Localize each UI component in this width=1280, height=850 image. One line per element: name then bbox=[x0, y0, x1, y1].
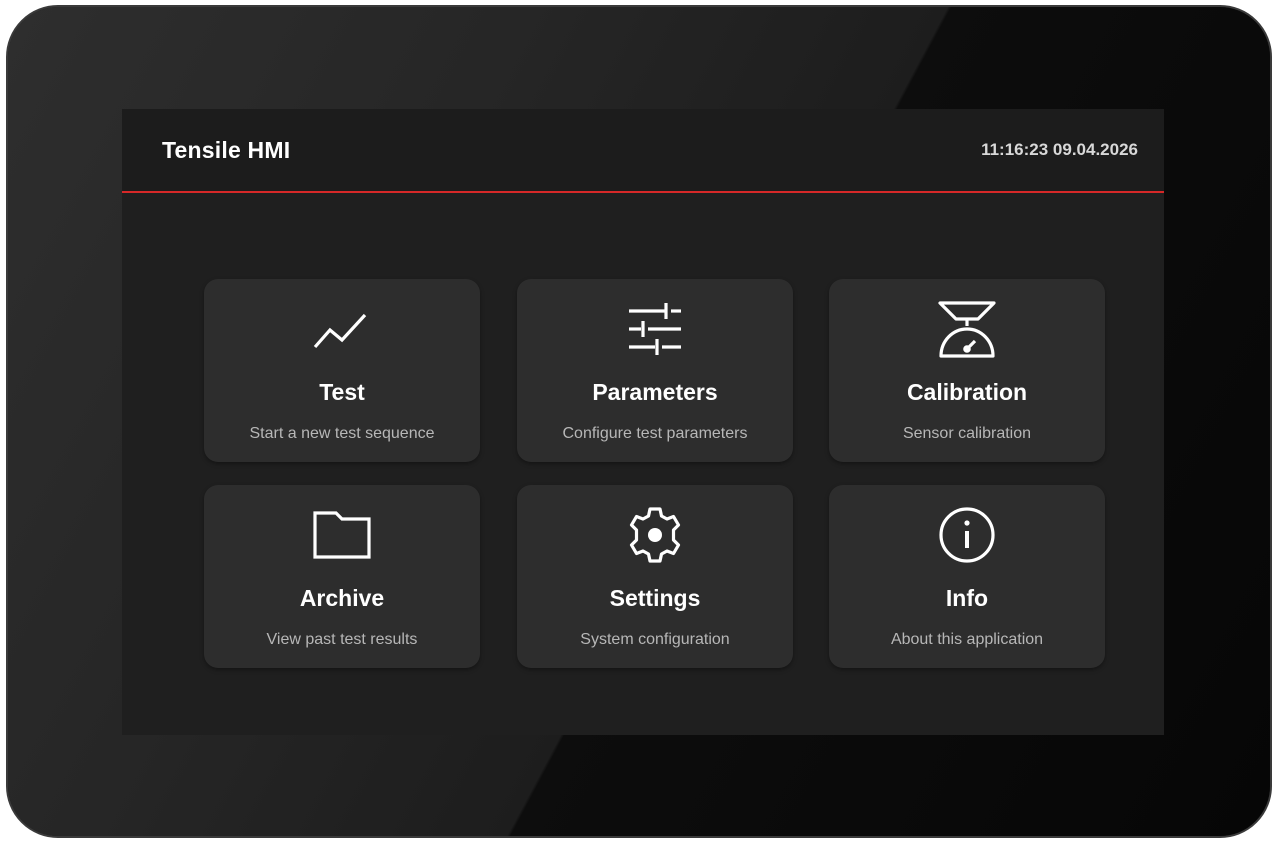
tile-subtitle: Configure test parameters bbox=[562, 425, 748, 442]
tile-settings[interactable]: Settings System configuration bbox=[517, 485, 793, 668]
tile-subtitle: Start a new test sequence bbox=[249, 425, 435, 442]
tile-info[interactable]: Info About this application bbox=[829, 485, 1105, 668]
header-bar: Tensile HMI 11:16:23 09.04.2026 bbox=[122, 109, 1164, 193]
tile-title: Test bbox=[319, 379, 365, 405]
app-title: Tensile HMI bbox=[162, 137, 291, 163]
datetime-display: 11:16:23 09.04.2026 bbox=[981, 140, 1138, 159]
tile-title: Calibration bbox=[906, 379, 1028, 405]
gear-icon bbox=[625, 505, 685, 565]
line-chart-icon bbox=[312, 299, 372, 359]
tile-calibration[interactable]: Calibration Sensor calibration bbox=[829, 279, 1105, 462]
info-icon bbox=[937, 505, 997, 565]
tile-parameters[interactable]: Parameters Configure test parameters bbox=[517, 279, 793, 462]
folder-icon bbox=[312, 505, 372, 565]
device-frame: Tensile HMI 11:16:23 09.04.2026 Test Sta… bbox=[6, 5, 1272, 838]
tile-title: Info bbox=[945, 585, 989, 611]
tile-subtitle: About this application bbox=[890, 631, 1044, 648]
tile-test[interactable]: Test Start a new test sequence bbox=[204, 279, 480, 462]
tile-subtitle: System configuration bbox=[580, 631, 730, 648]
tile-title: Parameters bbox=[592, 379, 718, 405]
tile-archive[interactable]: Archive View past test results bbox=[204, 485, 480, 668]
tile-subtitle: Sensor calibration bbox=[902, 425, 1032, 442]
tile-title: Archive bbox=[299, 585, 385, 611]
tile-title: Settings bbox=[609, 585, 701, 611]
sliders-icon bbox=[625, 299, 685, 359]
scale-icon bbox=[937, 299, 997, 359]
hmi-screen: Tensile HMI 11:16:23 09.04.2026 Test Sta… bbox=[122, 109, 1164, 735]
tile-subtitle: View past test results bbox=[266, 631, 418, 648]
